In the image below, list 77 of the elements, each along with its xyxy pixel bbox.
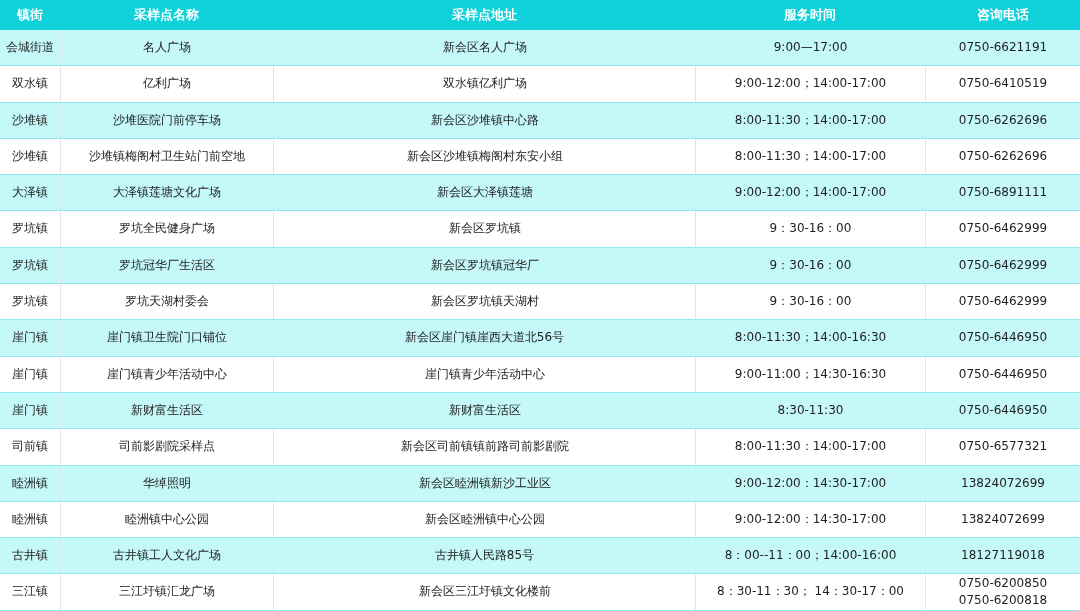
table-cell: 0750-6200850 0750-6200818 [925, 574, 1080, 611]
table-cell: 亿利广场 [60, 66, 273, 103]
table-cell: 名人广场 [60, 30, 273, 67]
table-cell: 会城街道 [0, 30, 60, 67]
table-cell: 三江圩镇汇龙广场 [60, 574, 273, 611]
table-cell: 崖门镇 [0, 392, 60, 430]
table-cell: 新会区罗坑镇 [273, 211, 695, 248]
table-cell: 9:00-12:00；14:00-17:00 [695, 66, 925, 103]
table-cell: 崖门镇卫生院门口铺位 [60, 320, 273, 357]
table-cell: 0750-6262696 [925, 102, 1080, 139]
table-cell: 罗坑冠华厂生活区 [60, 247, 273, 285]
table-cell: 新会区司前镇镇前路司前影剧院 [273, 429, 695, 466]
table-cell: 古井镇人民路85号 [273, 538, 695, 575]
table-cell: 新财富生活区 [273, 392, 695, 430]
table-cell: 新会区罗坑镇天湖村 [273, 284, 695, 321]
table-cell: 新会区沙堆镇中心路 [273, 102, 695, 139]
table-cell: 13824072699 [925, 501, 1080, 539]
table-cell: 18127119018 [925, 538, 1080, 575]
table-cell: 0750-6262696 [925, 138, 1080, 176]
table-cell: 8:00-11:30；14:00-17:00 [695, 138, 925, 176]
table-cell: 0750-6621191 [925, 30, 1080, 67]
table-cell: 8：30-11：30； 14：30-17：00 [695, 574, 925, 611]
table-cell: 沙堆镇 [0, 102, 60, 139]
table-cell: 9:00-12:00：14:30-17:00 [695, 465, 925, 502]
table-cell: 崖门镇 [0, 320, 60, 357]
table-cell: 9:00-11:00；14:30-16:30 [695, 356, 925, 393]
table-cell: 睦洲镇中心公园 [60, 501, 273, 539]
table-cell: 睦洲镇 [0, 465, 60, 502]
table-cell: 0750-6446950 [925, 320, 1080, 357]
table-cell: 9：30-16：00 [695, 284, 925, 321]
table-cell: 华绰照明 [60, 465, 273, 502]
table-cell: 新会区睦洲镇中心公园 [273, 501, 695, 539]
table-cell: 沙堆镇梅阁村卫生站门前空地 [60, 138, 273, 176]
table-cell: 9:00-12:00；14:00-17:00 [695, 175, 925, 212]
table-cell: 崖门镇青少年活动中心 [60, 356, 273, 393]
table-cell: 0750-6462999 [925, 211, 1080, 248]
table-cell: 8:30-11:30 [695, 392, 925, 430]
table-cell: 8:00-11:30：14:00-17:00 [695, 429, 925, 466]
column-header: 采样点名称 [60, 0, 273, 30]
column-header: 咨询电话 [925, 0, 1080, 30]
table-cell: 大泽镇莲塘文化广场 [60, 175, 273, 212]
table-cell: 崖门镇青少年活动中心 [273, 356, 695, 393]
table-cell: 0750-6891111 [925, 175, 1080, 212]
table-cell: 罗坑天湖村委会 [60, 284, 273, 321]
table-cell: 8:00-11:30；14:00-16:30 [695, 320, 925, 357]
table-cell: 新会区大泽镇莲塘 [273, 175, 695, 212]
table-cell: 0750-6462999 [925, 247, 1080, 285]
table-cell: 沙堆医院门前停车场 [60, 102, 273, 139]
table-cell: 罗坑全民健身广场 [60, 211, 273, 248]
table-cell: 新财富生活区 [60, 392, 273, 430]
table-cell: 新会区沙堆镇梅阁村东安小组 [273, 138, 695, 176]
table-cell: 9：30-16：00 [695, 211, 925, 248]
table-cell: 0750-6462999 [925, 284, 1080, 321]
table-cell: 新会区崖门镇崖西大道北56号 [273, 320, 695, 357]
table-cell: 9：30-16：00 [695, 247, 925, 285]
column-header: 镇街 [0, 0, 60, 30]
table-cell: 司前影剧院采样点 [60, 429, 273, 466]
table-cell: 双水镇亿利广场 [273, 66, 695, 103]
table-cell: 古井镇工人文化广场 [60, 538, 273, 575]
column-header: 采样点地址 [273, 0, 695, 30]
table-cell: 8:00-11:30；14:00-17:00 [695, 102, 925, 139]
table-cell: 0750-6446950 [925, 392, 1080, 430]
table-cell: 新会区名人广场 [273, 30, 695, 67]
table-cell: 9:00-12:00：14:30-17:00 [695, 501, 925, 539]
table-cell: 新会区罗坑镇冠华厂 [273, 247, 695, 285]
table-cell: 0750-6577321 [925, 429, 1080, 466]
table-cell: 新会区三江圩镇文化楼前 [273, 574, 695, 611]
table-cell: 8：00--11：00；14:00-16:00 [695, 538, 925, 575]
table-cell: 0750-6410519 [925, 66, 1080, 103]
table-cell: 大泽镇 [0, 175, 60, 212]
table-cell: 罗坑镇 [0, 247, 60, 285]
table-cell: 13824072699 [925, 465, 1080, 502]
table-cell: 古井镇 [0, 538, 60, 575]
table-cell: 新会区睦洲镇新沙工业区 [273, 465, 695, 502]
column-header: 服务时间 [695, 0, 925, 30]
table-cell: 0750-6446950 [925, 356, 1080, 393]
table-cell: 9:00—17:00 [695, 30, 925, 67]
